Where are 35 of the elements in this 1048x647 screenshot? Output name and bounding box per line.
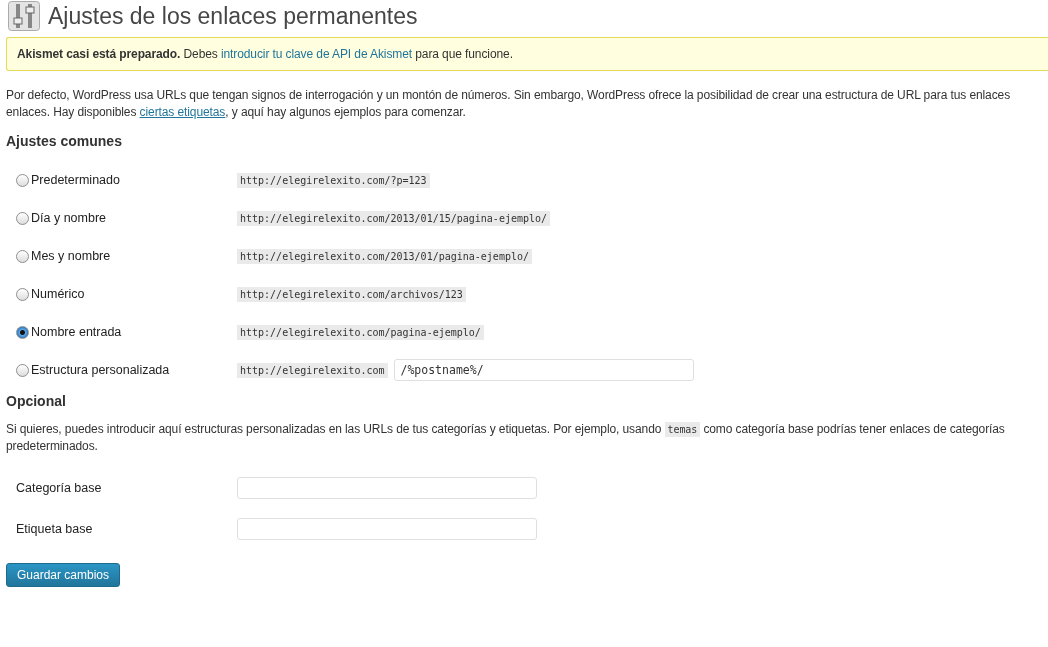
- option-label: Día y nombre: [31, 211, 107, 225]
- section-heading: Ajustes comunes: [6, 133, 123, 149]
- url-example: http://elegirelexito.com/pagina-ejemplo/: [237, 324, 484, 340]
- custom-structure-field[interactable]: /%postname%/: [393, 359, 694, 381]
- url-example: http://elegirelexito.com/archivos/123: [237, 286, 466, 302]
- radio-button[interactable]: [16, 363, 29, 377]
- url-example: http://elegirelexito.com/2013/01/pagina-ejemplo/: [237, 248, 532, 264]
- text-field[interactable]: [237, 517, 537, 540]
- settings-icon: [8, 1, 40, 31]
- url-example: http://elegirelexito.com/2013/01/15/pagina-ejemplo/: [237, 210, 551, 226]
- section-heading: Opcional: [6, 393, 67, 409]
- code-snippet: temas: [664, 422, 701, 437]
- radio-button[interactable]: [16, 211, 29, 225]
- optional-text: predeterminados.: [6, 438, 99, 455]
- field-label: Etiqueta base: [16, 521, 94, 536]
- api-key-link[interactable]: introducir tu clave de API de Akismet: [220, 46, 412, 61]
- field-label: Categoría base: [16, 480, 103, 495]
- url-example: http://elegirelexito.com/?p=123: [237, 172, 430, 188]
- page-title: Ajustes de los enlaces permanentes: [48, 2, 418, 30]
- save-button[interactable]: Guardar cambios: [6, 563, 121, 587]
- option-label: Estructura personalizada: [31, 363, 170, 377]
- optional-text: Si quieres, puedes introducir aquí estructuras personalizadas en las URLs de tus categorías y etiquetas. Por ejemplo, usando temas como categoría base podrías tener enlaces de categorías: [6, 421, 1006, 438]
- radio-button[interactable]: [16, 173, 29, 187]
- url-example: http://elegirelexito.com: [237, 362, 388, 378]
- radio-button[interactable]: [16, 325, 29, 339]
- intro-text: Por defecto, WordPress usa URLs que tengan signos de interrogación y un montón de números. Sin embargo, WordPress ofrece la posibilidad de crear una estructura de URL para tus enlaces: [6, 87, 1012, 104]
- radio-button[interactable]: [16, 287, 29, 301]
- option-label: Numérico: [31, 287, 85, 301]
- intro-text: enlaces. Hay disponibles ciertas etiquetas, y aquí hay algunos ejemplos para comenzar.: [6, 104, 467, 121]
- option-label: Mes y nombre: [31, 249, 111, 263]
- radio-button[interactable]: [16, 249, 29, 263]
- option-label: Predeterminado: [31, 173, 120, 187]
- notice-text: Akismet casi está preparado. Debes introducir tu clave de API de Akismet para que funcione.: [17, 45, 513, 63]
- option-label: Nombre entrada: [31, 325, 122, 339]
- text-field[interactable]: [237, 476, 537, 499]
